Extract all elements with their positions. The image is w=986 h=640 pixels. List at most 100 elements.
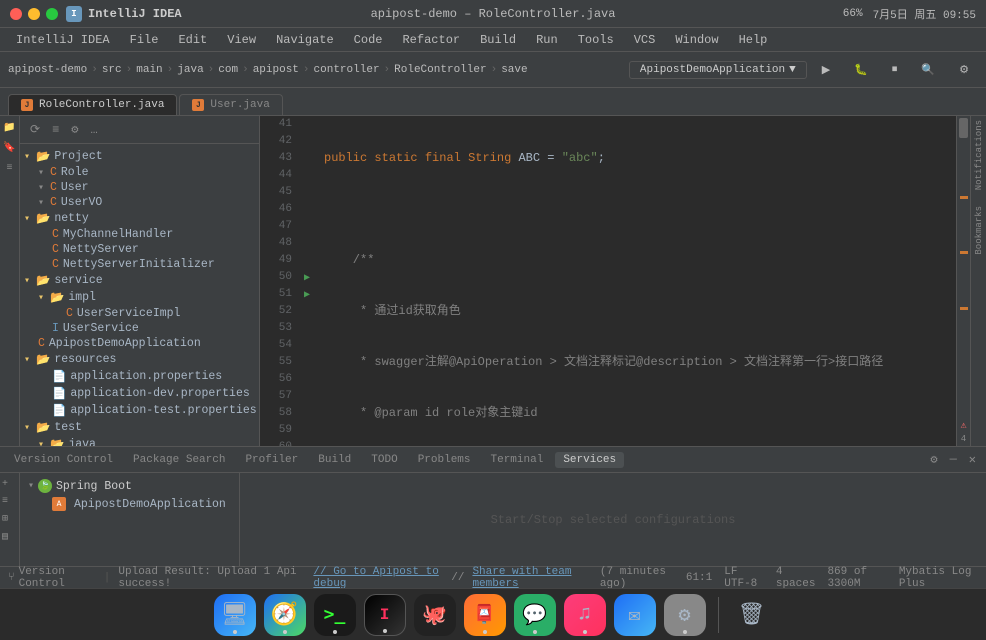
dock-trash[interactable]: 🗑 [731, 594, 773, 636]
dock-settings[interactable]: ⚙ [664, 594, 706, 636]
git-status[interactable]: ⑂ Version Control [8, 566, 96, 590]
tree-content[interactable]: ▾ 📂 Project ▾ C Role ▾ C User ▾ C UserVO [20, 144, 259, 446]
tree-item-apipostdemoapplication[interactable]: C ApipostDemoApplication [20, 336, 259, 351]
tree-item-test[interactable]: ▾ 📂 test [20, 419, 259, 436]
tab-services[interactable]: Services [555, 452, 624, 468]
menu-window[interactable]: Window [667, 31, 726, 49]
dock-wechat[interactable]: 💬 [514, 594, 556, 636]
services-group-icon[interactable]: ▤ [0, 529, 19, 545]
dock-music[interactable]: ♫ [564, 594, 606, 636]
bottom-close-icon[interactable]: ✕ [965, 450, 980, 469]
services-list-icon[interactable]: ≡ [0, 494, 19, 509]
menu-edit[interactable]: Edit [170, 31, 215, 49]
notifications-label[interactable]: Notifications [972, 116, 986, 194]
menu-build[interactable]: Build [472, 31, 524, 49]
tree-item-java[interactable]: ▾ 📂 java [20, 436, 259, 446]
notification-status[interactable]: Upload Result: Upload 1 Api success! // … [118, 566, 677, 590]
breadcrumb-controller[interactable]: controller [314, 64, 380, 76]
debug-button[interactable]: 🐛 [845, 59, 877, 80]
tree-item-mychannelhandler[interactable]: C MyChannelHandler [20, 227, 259, 242]
structure-icon[interactable]: ≡ [2, 160, 18, 176]
run-config-selector[interactable]: ApipostDemoApplication ▼ [629, 61, 807, 79]
tree-item-impl[interactable]: ▾ 📂 impl [20, 289, 259, 306]
tree-item-userservice[interactable]: I UserService [20, 321, 259, 336]
menu-intellij[interactable]: IntelliJ IDEA [8, 31, 118, 49]
maximize-button[interactable] [46, 8, 58, 20]
indent-status[interactable]: 4 spaces [776, 566, 816, 590]
tab-user[interactable]: J User.java [179, 94, 282, 115]
breadcrumb-java[interactable]: java [177, 64, 203, 76]
tree-item-userserviceimpl[interactable]: C UserServiceImpl [20, 306, 259, 321]
tree-item-role[interactable]: ▾ C Role [20, 165, 259, 180]
tree-item-service[interactable]: ▾ 📂 service [20, 272, 259, 289]
close-button[interactable] [10, 8, 22, 20]
encoding-status[interactable]: LF UTF-8 [724, 566, 764, 590]
menu-file[interactable]: File [122, 31, 167, 49]
menu-help[interactable]: Help [731, 31, 776, 49]
dock-git[interactable]: 🐙 [414, 594, 456, 636]
services-filter-icon[interactable]: ⊞ [0, 511, 19, 527]
tree-item-nettyserverinitializer[interactable]: C NettyServerInitializer [20, 257, 259, 272]
menu-code[interactable]: Code [346, 31, 391, 49]
tree-item-appdevprops[interactable]: 📄 application-dev.properties [20, 385, 259, 402]
breadcrumb-main[interactable]: main [136, 64, 162, 76]
search-button[interactable]: 🔍 [912, 59, 944, 80]
tree-item-netty[interactable]: ▾ 📂 netty [20, 210, 259, 227]
plugin-status[interactable]: Mybatis Log Plus [899, 566, 978, 590]
scrollbar-thumb[interactable] [959, 118, 968, 138]
tab-todo[interactable]: TODO [363, 452, 405, 468]
tab-version-control[interactable]: Version Control [6, 452, 121, 468]
tab-terminal[interactable]: Terminal [483, 452, 552, 468]
breadcrumb-src[interactable]: src [102, 64, 122, 76]
tab-package-search[interactable]: Package Search [125, 452, 233, 468]
services-item-springboot[interactable]: ▾ 🍃 Spring Boot [24, 477, 235, 495]
bottom-gear-icon[interactable]: ⚙ [926, 450, 941, 469]
minimize-button[interactable] [28, 8, 40, 20]
share-link[interactable]: Share with team members [472, 566, 591, 590]
menu-vcs[interactable]: VCS [626, 31, 664, 49]
menu-refactor[interactable]: Refactor [394, 31, 468, 49]
breadcrumb-rolecontroller[interactable]: RoleController [394, 64, 486, 76]
dock-safari[interactable]: 🧭 [264, 594, 306, 636]
editor-content[interactable]: 41 42 43 44 45 46 47 48 49 50 51 52 53 5… [260, 116, 986, 446]
menu-view[interactable]: View [219, 31, 264, 49]
dock-finder[interactable]: 🖥 [214, 594, 256, 636]
tree-more-btn[interactable]: … [87, 121, 102, 139]
breadcrumb-project[interactable]: apipost-demo [8, 64, 87, 76]
tab-build[interactable]: Build [310, 452, 359, 468]
menu-tools[interactable]: Tools [570, 31, 622, 49]
settings-button[interactable]: ⚙ [950, 59, 978, 80]
tree-sync-btn[interactable]: ⟳ [26, 120, 44, 139]
dock-intellij[interactable]: I [364, 594, 406, 636]
menu-run[interactable]: Run [528, 31, 566, 49]
tree-item-uservo[interactable]: ▾ C UserVO [20, 195, 259, 210]
tree-settings-btn[interactable]: ⚙ [67, 120, 82, 139]
tree-item-nettyserver[interactable]: C NettyServer [20, 242, 259, 257]
breadcrumb-save[interactable]: save [501, 64, 527, 76]
goto-apipost-link[interactable]: // Go to Apipost to debug [313, 566, 443, 590]
bottom-minimize-icon[interactable]: — [946, 450, 961, 469]
menu-navigate[interactable]: Navigate [268, 31, 342, 49]
traffic-lights[interactable] [10, 8, 58, 20]
tree-item-appprops[interactable]: 📄 application.properties [20, 368, 259, 385]
bookmarks-icon[interactable]: 🔖 [2, 140, 18, 156]
run-button[interactable]: ▶ [813, 59, 839, 80]
tree-item-apptestprops[interactable]: 📄 application-test.properties [20, 402, 259, 419]
tree-item-user[interactable]: ▾ C User [20, 180, 259, 195]
bookmarks-label[interactable]: Bookmarks [972, 202, 986, 259]
services-add-icon[interactable]: + [0, 477, 19, 492]
breadcrumb-com[interactable]: com [218, 64, 238, 76]
tab-rolecontroller[interactable]: J RoleController.java [8, 94, 177, 115]
run-gutter-icon[interactable]: ▶ [304, 272, 310, 284]
tree-item-resources[interactable]: ▾ 📂 resources [20, 351, 259, 368]
run-gutter-icon2[interactable]: ▶ [304, 289, 310, 301]
services-item-app[interactable]: A ApipostDemoApplication [24, 495, 235, 513]
tree-item-project[interactable]: ▾ 📂 Project [20, 148, 259, 165]
tab-profiler[interactable]: Profiler [237, 452, 306, 468]
project-icon[interactable]: 📁 [2, 120, 18, 136]
line-col-status[interactable]: 61:1 [686, 572, 712, 584]
services-tree[interactable]: ▾ 🍃 Spring Boot A ApipostDemoApplication [20, 473, 240, 566]
dock-apipost[interactable]: 📮 [464, 594, 506, 636]
code-editor[interactable]: public static final String ABC = "abc"; … [316, 116, 956, 446]
dock-mail[interactable]: ✉ [614, 594, 656, 636]
